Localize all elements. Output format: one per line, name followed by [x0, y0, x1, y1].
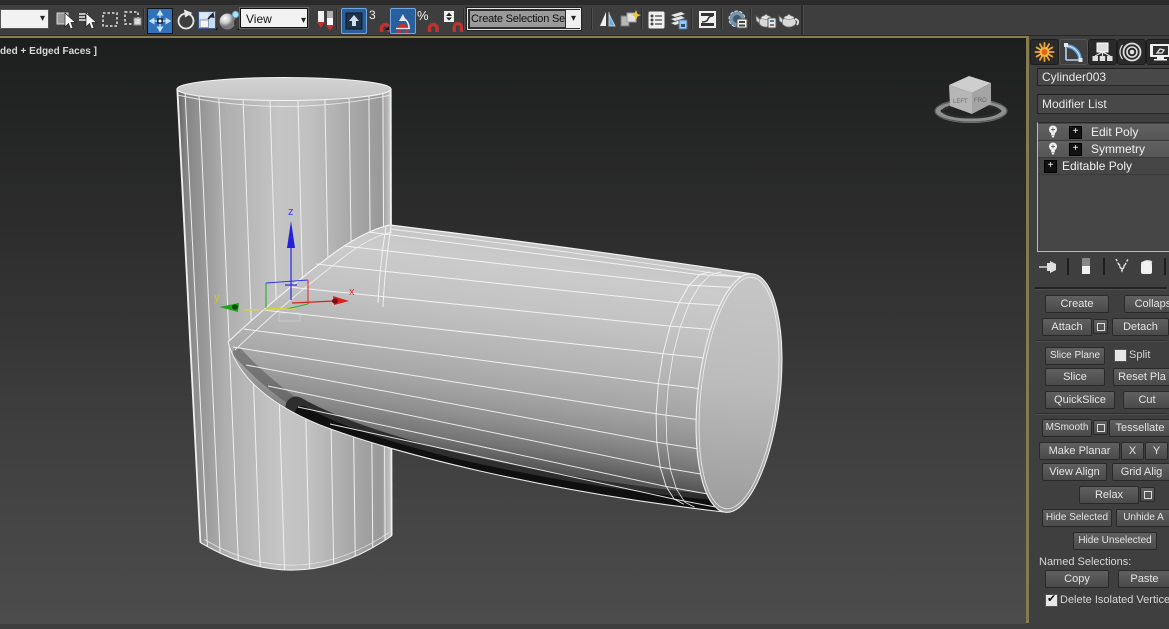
svg-text:%: % [417, 8, 429, 23]
svg-text:ded + Edged Faces ]: ded + Edged Faces ] [0, 46, 97, 57]
svg-text:LEFT: LEFT [953, 99, 968, 105]
svg-text:FRO: FRO [974, 98, 987, 104]
svg-text:z: z [288, 206, 294, 218]
svg-text:y: y [214, 292, 220, 304]
svg-text:x: x [349, 286, 355, 298]
svg-text:3: 3 [369, 8, 376, 22]
